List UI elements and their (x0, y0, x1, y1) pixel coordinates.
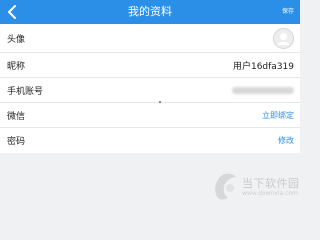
watermark-url: www.downxia.com (242, 190, 298, 197)
watermark-name: 当下软件园 (242, 177, 300, 190)
profile-list: 头像 昵称 用户16dfa319 手机账号 微信 立即绑定 密码 修改 (0, 24, 300, 153)
save-button[interactable]: 保存 (282, 0, 294, 24)
avatar-placeholder-icon[interactable] (273, 28, 294, 49)
nickname-label: 昵称 (7, 61, 26, 72)
profile-row-wechat[interactable]: 微信 立即绑定 (0, 103, 300, 128)
bind-wechat-link[interactable]: 立即绑定 (262, 103, 294, 127)
profile-row-avatar[interactable]: 头像 (0, 24, 300, 53)
profile-row-nickname[interactable]: 昵称 用户16dfa319 (0, 53, 300, 78)
phone-label: 手机账号 (7, 86, 44, 97)
profile-row-password[interactable]: 密码 修改 (0, 128, 300, 153)
watermark: 当下软件园 www.downxia.com (212, 171, 300, 201)
avatar-label: 头像 (7, 34, 26, 45)
page-title: 我的资料 (128, 5, 172, 18)
app-header: 我的资料 保存 (0, 0, 300, 24)
phone-value-blurred (232, 87, 294, 94)
dot-mark (159, 101, 161, 103)
password-label: 密码 (7, 137, 26, 147)
change-password-link[interactable]: 修改 (278, 128, 294, 153)
profile-row-phone[interactable]: 手机账号 (0, 78, 300, 103)
wechat-label: 微信 (7, 111, 26, 122)
watermark-logo-icon (215, 173, 236, 200)
nickname-value: 用户16dfa319 (232, 61, 294, 72)
